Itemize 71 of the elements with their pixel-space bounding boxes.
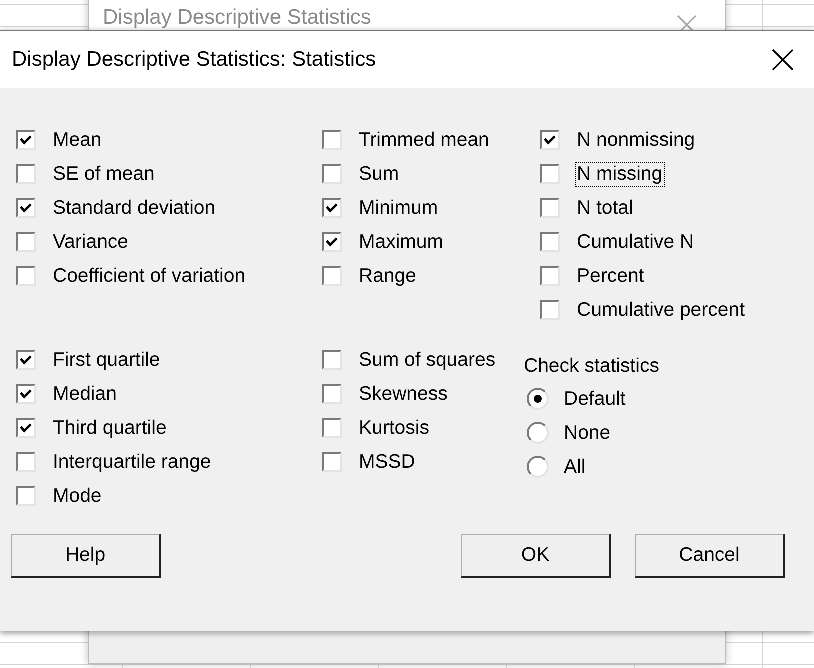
dialog-button[interactable]: Help xyxy=(11,534,161,578)
checkbox-label[interactable]: N missing xyxy=(575,162,665,186)
checkbox[interactable] xyxy=(16,486,36,506)
checkbox[interactable] xyxy=(322,266,342,286)
checkbox[interactable] xyxy=(16,418,36,438)
checkbox-label[interactable]: N nonmissing xyxy=(575,128,698,152)
radio-button[interactable] xyxy=(527,456,549,478)
checkbox[interactable] xyxy=(540,198,560,218)
dialog-button[interactable]: Cancel xyxy=(635,534,785,578)
checkbox[interactable] xyxy=(16,266,36,286)
checkbox-label[interactable]: Median xyxy=(51,382,119,406)
window-title: Display Descriptive Statistics: Statistics xyxy=(12,48,376,72)
checkbox[interactable] xyxy=(16,384,36,404)
checkbox-label[interactable]: Maximum xyxy=(357,230,446,254)
radio-button[interactable] xyxy=(527,388,549,410)
checkbox[interactable] xyxy=(322,232,342,252)
checkbox-label[interactable]: Trimmed mean xyxy=(357,128,492,152)
checkbox-label[interactable]: Interquartile range xyxy=(51,450,214,474)
checkbox-label[interactable]: SE of mean xyxy=(51,162,157,186)
checkbox[interactable] xyxy=(322,198,342,218)
checkbox[interactable] xyxy=(540,164,560,184)
radio-button[interactable] xyxy=(527,422,549,444)
checkbox[interactable] xyxy=(16,452,36,472)
radio-label[interactable]: None xyxy=(564,422,611,444)
checkbox[interactable] xyxy=(16,130,36,150)
checkbox[interactable] xyxy=(16,198,36,218)
checkmark-icon xyxy=(20,203,32,213)
checkbox[interactable] xyxy=(322,350,342,370)
checkmark-icon xyxy=(326,237,338,247)
checkbox-label[interactable]: First quartile xyxy=(51,348,162,372)
checkbox[interactable] xyxy=(322,130,342,150)
checkmark-icon xyxy=(326,203,338,213)
checkbox[interactable] xyxy=(540,130,560,150)
checkbox[interactable] xyxy=(16,232,36,252)
dialog-button[interactable]: OK xyxy=(461,534,611,578)
checkmark-icon xyxy=(20,355,32,365)
radio-label[interactable]: All xyxy=(564,456,586,478)
checkbox[interactable] xyxy=(322,418,342,438)
checkbox-label[interactable]: Sum xyxy=(357,162,402,186)
checkmark-icon xyxy=(20,135,32,145)
checkbox-label[interactable]: Variance xyxy=(51,230,131,254)
checkbox-label[interactable]: Cumulative N xyxy=(575,230,696,254)
checkbox-label[interactable]: Kurtosis xyxy=(357,416,432,440)
checkbox[interactable] xyxy=(16,350,36,370)
close-icon[interactable] xyxy=(772,48,794,70)
checkbox-label[interactable]: N total xyxy=(575,196,636,220)
checkbox-label[interactable]: Coefficient of variation xyxy=(51,264,248,288)
checkbox-label[interactable]: MSSD xyxy=(357,450,418,474)
checkbox-label[interactable]: Cumulative percent xyxy=(575,298,747,322)
checkbox-label[interactable]: Range xyxy=(357,264,418,288)
checkbox-label[interactable]: Mean xyxy=(51,128,104,152)
checkmark-icon xyxy=(20,389,32,399)
checkmark-icon xyxy=(544,135,556,145)
checkbox[interactable] xyxy=(322,164,342,184)
checkbox-label[interactable]: Minimum xyxy=(357,196,440,220)
checkmark-icon xyxy=(20,423,32,433)
checkbox-label[interactable]: Standard deviation xyxy=(51,196,218,220)
checkbox-label[interactable]: Third quartile xyxy=(51,416,169,440)
checkbox[interactable] xyxy=(322,452,342,472)
checkbox-label[interactable]: Skewness xyxy=(357,382,450,406)
checkbox[interactable] xyxy=(540,300,560,320)
checkbox[interactable] xyxy=(322,384,342,404)
group-label: Check statistics xyxy=(524,354,660,378)
checkbox-label[interactable]: Sum of squares xyxy=(357,348,498,372)
window-title: Display Descriptive Statistics xyxy=(103,6,372,30)
checkbox-label[interactable]: Percent xyxy=(575,264,646,288)
checkbox[interactable] xyxy=(16,164,36,184)
checkbox[interactable] xyxy=(540,266,560,286)
radio-label[interactable]: Default xyxy=(564,388,626,410)
checkbox-label[interactable]: Mode xyxy=(51,484,104,508)
checkbox[interactable] xyxy=(540,232,560,252)
